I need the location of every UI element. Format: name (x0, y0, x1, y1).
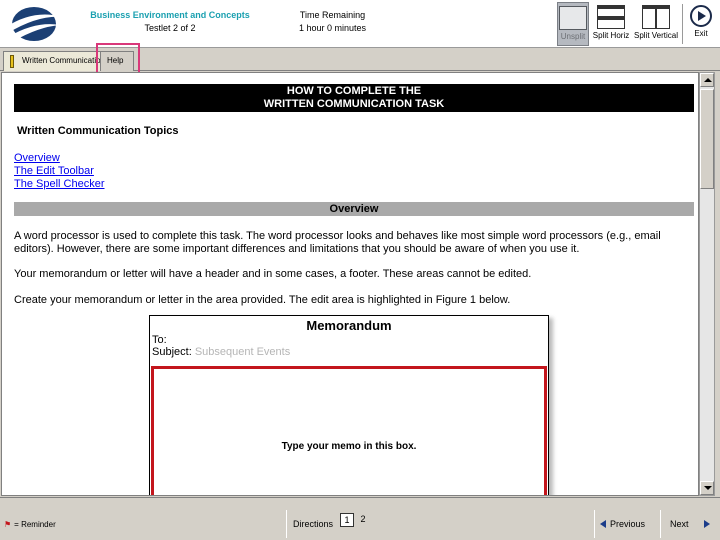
unsplit-button[interactable]: Unsplit (557, 2, 589, 46)
exam-info: Business Environment and Concepts Testle… (80, 9, 260, 35)
tab-written-communication[interactable]: Written Communication (3, 51, 101, 71)
link-edit-toolbar[interactable]: The Edit Toolbar (14, 165, 94, 177)
flag-icon: ⚑ (4, 520, 12, 529)
doc-title-line1: HOW TO COMPLETE THE (286, 85, 422, 97)
vertical-scrollbar[interactable] (699, 72, 715, 496)
split-horiz-label: Split Horiz (592, 31, 630, 40)
bottom-separator (660, 510, 661, 538)
unsplit-label: Unsplit (560, 32, 586, 41)
memo-subject: Subject: Subsequent Events (152, 346, 290, 358)
bottom-separator (286, 510, 287, 538)
memo-title: Memorandum (306, 318, 392, 333)
topics-heading: Written Communication Topics (17, 125, 179, 137)
split-vertical-label: Split Vertical (633, 31, 679, 40)
paragraph-intro: A word processor is used to complete thi… (14, 230, 661, 255)
exit-label: Exit (694, 29, 708, 38)
memo-edit-box: Type your memo in this box. (151, 366, 547, 495)
memo-to-label: To: (152, 334, 167, 346)
memo-figure: Memorandum To: Subject: Subsequent Event… (149, 315, 549, 495)
tab-written-communication-label: Written Communication (22, 56, 101, 65)
reminder-legend: ⚑ = Reminder (4, 520, 56, 529)
time-label: Time Remaining (299, 10, 366, 20)
reminder-label: = Reminder (14, 520, 56, 529)
toolbar-separator (682, 4, 683, 44)
split-vertical-icon (642, 5, 670, 29)
time-remaining: Time Remaining 1 hour 0 minutes (280, 9, 385, 35)
directions-button[interactable]: Directions (290, 512, 336, 536)
previous-label: Previous (610, 519, 646, 529)
page-1-button[interactable]: 1 (340, 513, 354, 527)
memo-subject-value: Subsequent Events (194, 346, 291, 358)
paragraph-header-footer: Your memorandum or letter will have a he… (14, 268, 532, 280)
bottom-bar: ⚑ = Reminder Directions 1 2 Previous Next (0, 497, 720, 540)
doc-title: HOW TO COMPLETE THE WRITTEN COMMUNICATIO… (14, 84, 694, 112)
previous-button[interactable]: Previous (598, 512, 654, 536)
unsplit-icon (559, 6, 587, 30)
exit-arrow-icon (690, 5, 712, 27)
memo-subject-label: Subject: (152, 346, 192, 358)
time-value: 1 hour 0 minutes (298, 23, 367, 33)
exit-button[interactable]: Exit (685, 2, 717, 46)
paragraph-edit-area: Create your memorandum or letter in the … (14, 294, 511, 306)
link-overview[interactable]: Overview (14, 152, 60, 164)
section-header-overview: Overview (14, 202, 694, 216)
link-spell-checker[interactable]: The Spell Checker (14, 178, 105, 190)
next-button[interactable]: Next (664, 512, 714, 536)
split-horizontal-icon (597, 5, 625, 29)
next-label: Next (670, 519, 689, 529)
scroll-up-arrow-icon[interactable] (700, 73, 714, 87)
globe-logo-icon (6, 7, 62, 41)
scroll-down-arrow-icon[interactable] (700, 481, 714, 495)
exam-title: Business Environment and Concepts (90, 10, 250, 20)
help-content: HOW TO COMPLETE THE WRITTEN COMMUNICATIO… (1, 72, 699, 496)
split-vertical-button[interactable]: Split Vertical (633, 2, 679, 46)
scroll-thumb[interactable] (700, 89, 714, 189)
pencil-icon (10, 55, 14, 68)
split-horiz-button[interactable]: Split Horiz (591, 2, 631, 46)
testlet-indicator: Testlet 2 of 2 (144, 23, 196, 33)
header: Business Environment and Concepts Testle… (0, 0, 720, 48)
page-2-button[interactable]: 2 (356, 513, 370, 527)
bottom-separator (594, 510, 595, 538)
doc-title-line2: WRITTEN COMMUNICATION TASK (263, 98, 445, 110)
memo-edit-box-text: Type your memo in this box. (281, 441, 417, 452)
